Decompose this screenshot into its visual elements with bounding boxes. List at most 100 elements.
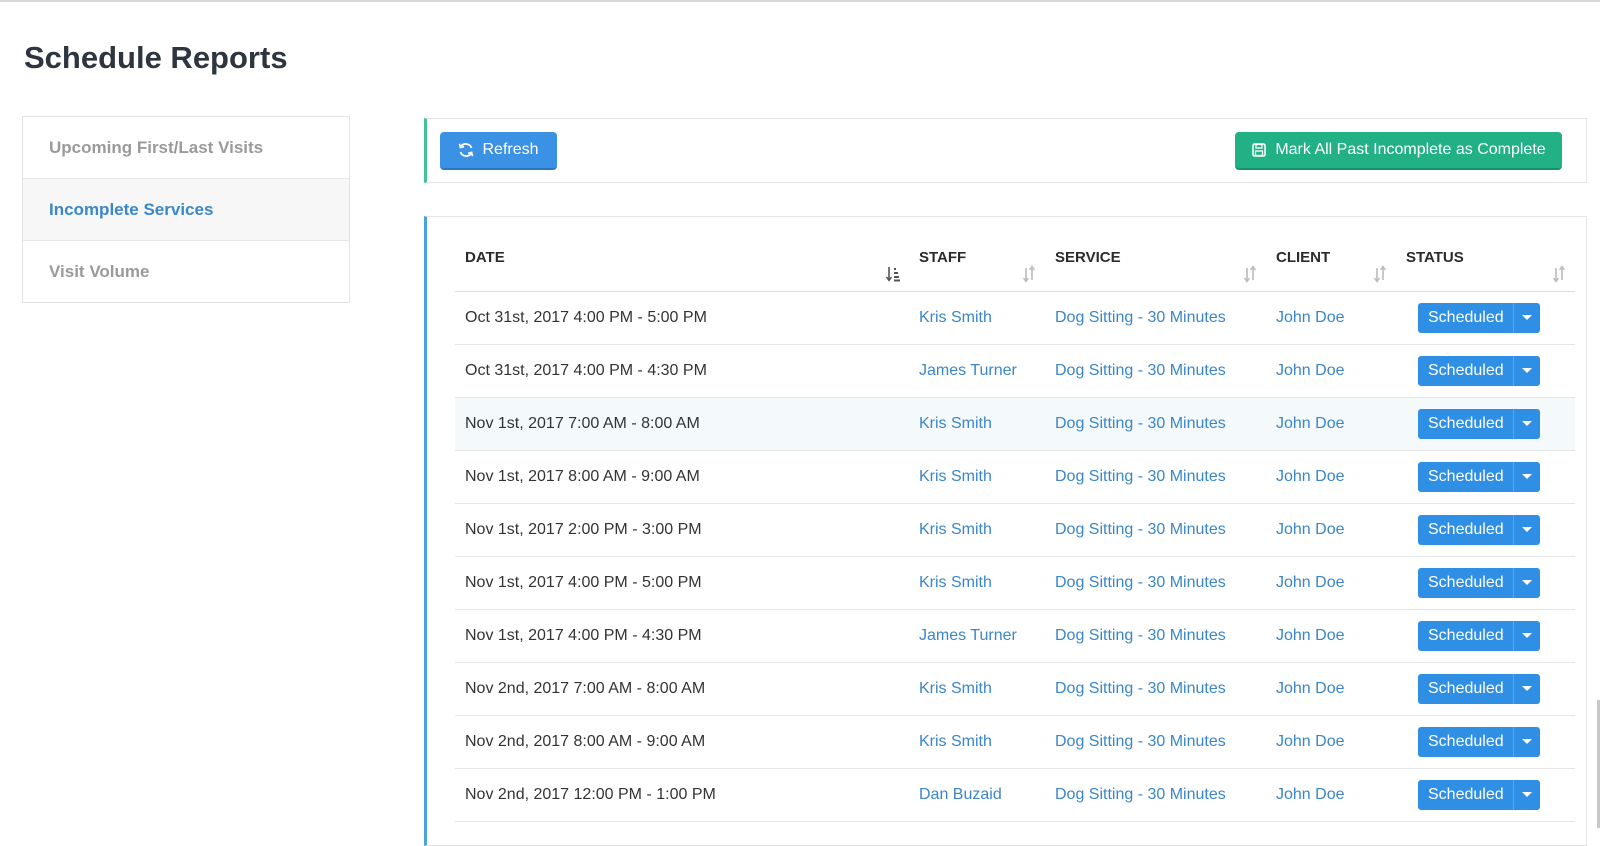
status-label: Scheduled [1428,308,1504,326]
column-header-date[interactable]: DATE [455,239,909,292]
caret-down-icon[interactable] [1512,620,1540,651]
sidebar-item-incomplete-services[interactable]: Incomplete Services [23,179,349,241]
cell-client[interactable]: John Doe [1266,397,1396,451]
caret-down-icon[interactable] [1512,673,1540,704]
cell-date: Nov 1st, 2017 4:00 PM - 5:00 PM [455,556,909,610]
column-header-staff[interactable]: STAFF [909,239,1045,292]
cell-date: Nov 1st, 2017 4:00 PM - 4:30 PM [455,609,909,663]
status-dropdown[interactable]: Scheduled [1418,726,1540,757]
table-row: Oct 31st, 2017 4:00 PM - 4:30 PM James Tu… [455,344,1575,398]
status-label: Scheduled [1428,361,1504,379]
column-header-client[interactable]: CLIENT [1266,239,1396,292]
cell-staff[interactable]: James Turner [909,344,1045,398]
cell-status: Scheduled [1396,556,1575,610]
caret-down-icon[interactable] [1512,355,1540,386]
cell-staff[interactable]: Kris Smith [909,715,1045,769]
column-header-service[interactable]: SERVICE [1045,239,1266,292]
caret-down-icon[interactable] [1512,514,1540,545]
table-row: Nov 1st, 2017 2:00 PM - 3:00 PM Kris Smit… [455,503,1575,557]
cell-service[interactable]: Dog Sitting - 30 Minutes [1045,503,1266,557]
table-header-row: DATE STAFF SERVICE CLIENT STATUS [455,239,1575,292]
cell-service[interactable]: Dog Sitting - 30 Minutes [1045,609,1266,663]
status-dropdown[interactable]: Scheduled [1418,302,1540,333]
cell-staff[interactable]: Kris Smith [909,503,1045,557]
cell-date: Nov 1st, 2017 2:00 PM - 3:00 PM [455,503,909,557]
cell-client[interactable]: John Doe [1266,662,1396,716]
column-header-status[interactable]: STATUS [1396,239,1575,292]
cell-status: Scheduled [1396,450,1575,504]
cell-client[interactable]: John Doe [1266,768,1396,822]
cell-status: Scheduled [1396,609,1575,663]
cell-staff[interactable]: Kris Smith [909,662,1045,716]
column-header-label: SERVICE [1055,249,1121,266]
cell-staff[interactable]: Kris Smith [909,450,1045,504]
caret-down-icon[interactable] [1512,461,1540,492]
refresh-button-label: Refresh [482,141,539,158]
cell-service[interactable]: Dog Sitting - 30 Minutes [1045,662,1266,716]
cell-staff[interactable]: Kris Smith [909,397,1045,451]
status-dropdown[interactable]: Scheduled [1418,620,1540,651]
cell-status: Scheduled [1396,662,1575,716]
cell-staff[interactable]: Kris Smith [909,556,1045,610]
cell-service[interactable]: Dog Sitting - 30 Minutes [1045,715,1266,769]
sort-icon[interactable] [1242,264,1258,283]
status-dropdown[interactable]: Scheduled [1418,461,1540,492]
cell-client[interactable]: John Doe [1266,291,1396,345]
sort-icon[interactable] [1021,264,1037,283]
cell-staff[interactable]: Kris Smith [909,291,1045,345]
status-label: Scheduled [1428,573,1504,591]
cell-service[interactable]: Dog Sitting - 30 Minutes [1045,768,1266,822]
caret-down-icon[interactable] [1512,408,1540,439]
cell-date: Nov 1st, 2017 8:00 AM - 9:00 AM [455,450,909,504]
cell-status: Scheduled [1396,503,1575,557]
caret-down-icon[interactable] [1512,302,1540,333]
report-sidebar: Upcoming First/Last Visits Incomplete Se… [22,116,350,303]
sidebar-item-upcoming-first-last-visits[interactable]: Upcoming First/Last Visits [23,117,349,179]
cell-staff[interactable]: James Turner [909,609,1045,663]
refresh-icon [459,143,474,157]
caret-down-icon[interactable] [1512,726,1540,757]
table-row: Nov 2nd, 2017 8:00 AM - 9:00 AM Kris Smit… [455,715,1575,769]
page-title: Schedule Reports [24,40,288,75]
cell-client[interactable]: John Doe [1266,450,1396,504]
table-row: Nov 1st, 2017 4:00 PM - 4:30 PM James Tur… [455,609,1575,663]
status-dropdown[interactable]: Scheduled [1418,355,1540,386]
caret-down-icon[interactable] [1512,779,1540,810]
sort-amount-down-icon[interactable] [885,265,901,283]
status-label: Scheduled [1428,414,1504,432]
mark-all-complete-button[interactable]: Mark All Past Incomplete as Complete [1235,132,1562,170]
cell-client[interactable]: John Doe [1266,609,1396,663]
cell-service[interactable]: Dog Sitting - 30 Minutes [1045,397,1266,451]
sidebar-item-visit-volume[interactable]: Visit Volume [23,241,349,302]
cell-service[interactable]: Dog Sitting - 30 Minutes [1045,291,1266,345]
status-dropdown[interactable]: Scheduled [1418,408,1540,439]
cell-client[interactable]: John Doe [1266,556,1396,610]
cell-client[interactable]: John Doe [1266,503,1396,557]
status-dropdown[interactable]: Scheduled [1418,567,1540,598]
status-dropdown[interactable]: Scheduled [1418,673,1540,704]
refresh-button[interactable]: Refresh [440,132,557,170]
status-dropdown[interactable]: Scheduled [1418,514,1540,545]
cell-client[interactable]: John Doe [1266,715,1396,769]
sidebar-item-label: Incomplete Services [49,200,214,219]
cell-date: Oct 31st, 2017 4:00 PM - 4:30 PM [455,344,909,398]
status-label: Scheduled [1428,467,1504,485]
sort-icon[interactable] [1372,264,1388,283]
cell-staff[interactable]: Dan Buzaid [909,768,1045,822]
cell-status: Scheduled [1396,291,1575,345]
cell-status: Scheduled [1396,715,1575,769]
status-dropdown[interactable]: Scheduled [1418,779,1540,810]
cell-client[interactable]: John Doe [1266,344,1396,398]
cell-date: Nov 2nd, 2017 8:00 AM - 9:00 AM [455,715,909,769]
table-row: Nov 1st, 2017 4:00 PM - 5:00 PM Kris Smit… [455,556,1575,610]
cell-service[interactable]: Dog Sitting - 30 Minutes [1045,450,1266,504]
status-label: Scheduled [1428,785,1504,803]
status-label: Scheduled [1428,520,1504,538]
caret-down-icon[interactable] [1512,567,1540,598]
toolbar-card: Refresh Mark All Past Incomplete as Comp… [424,118,1587,183]
cell-status: Scheduled [1396,344,1575,398]
cell-service[interactable]: Dog Sitting - 30 Minutes [1045,344,1266,398]
cell-service[interactable]: Dog Sitting - 30 Minutes [1045,556,1266,610]
status-label: Scheduled [1428,679,1504,697]
sort-icon[interactable] [1551,264,1567,283]
